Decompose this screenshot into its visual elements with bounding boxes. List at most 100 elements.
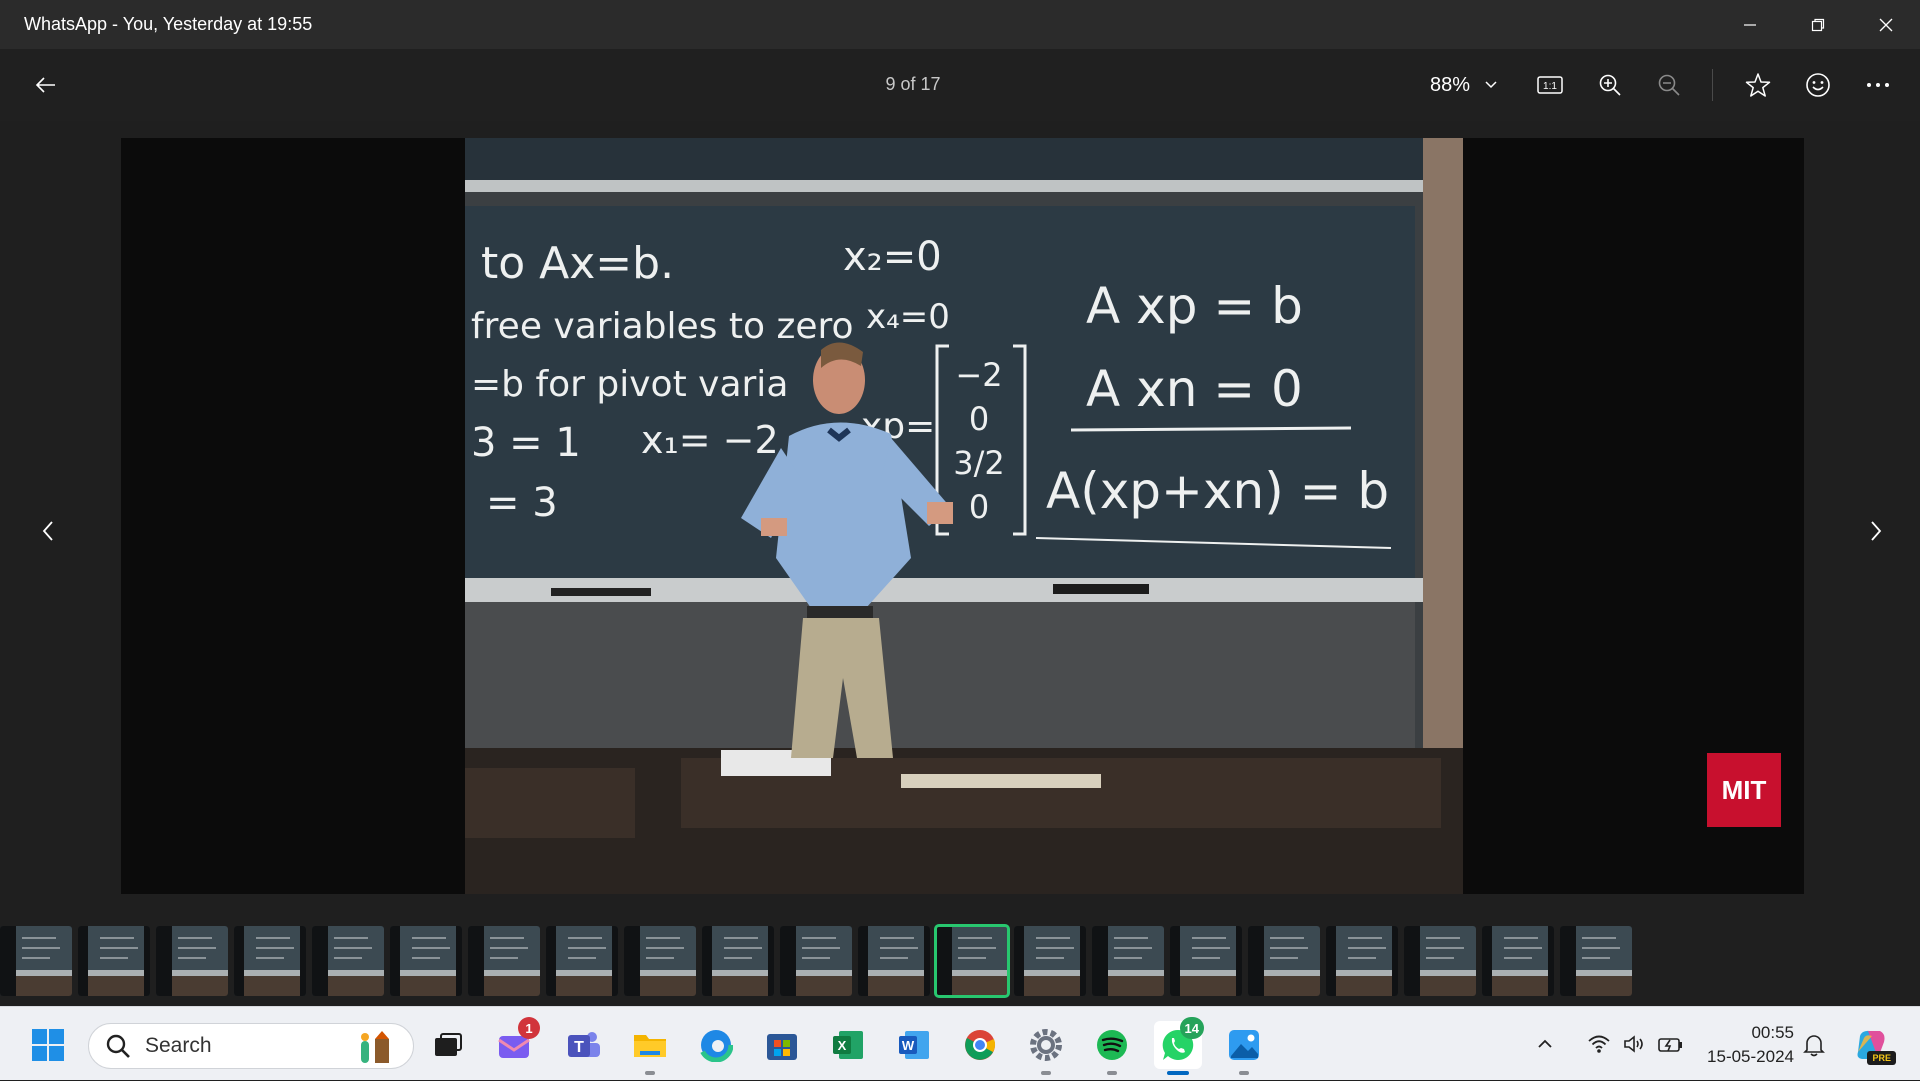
thumbnail[interactable]: [858, 926, 930, 996]
next-image-button[interactable]: [1856, 501, 1896, 561]
file-explorer-icon: [634, 1035, 666, 1057]
thumbnail[interactable]: [0, 926, 72, 996]
task-view-button[interactable]: [424, 1021, 472, 1069]
more-button[interactable]: [1858, 67, 1898, 103]
thumbnail[interactable]: [1482, 926, 1554, 996]
thumbnail[interactable]: [780, 926, 852, 996]
clock-time: 00:55: [1751, 1023, 1794, 1042]
thumbnail[interactable]: [234, 926, 306, 996]
clock[interactable]: 00:55 15-05-2024: [1688, 1021, 1794, 1069]
taskbar-spotify[interactable]: [1088, 1021, 1136, 1075]
start-icon: [32, 1029, 64, 1061]
thumbnail-active[interactable]: [934, 924, 1010, 998]
thumbnail[interactable]: [1404, 926, 1476, 996]
svg-text:T: T: [574, 1039, 584, 1056]
thumbnail[interactable]: [390, 926, 462, 996]
board-line: to Ax=b.: [481, 238, 674, 289]
task-view-icon: [435, 1033, 462, 1056]
notifications-button[interactable]: [1794, 1021, 1834, 1069]
image-viewer: to Ax=b. free variables to zero =b for p…: [0, 121, 1920, 914]
emoji-button[interactable]: [1798, 67, 1838, 103]
battery-button[interactable]: [1652, 1034, 1690, 1054]
board-line: = 3: [486, 480, 558, 526]
thumbnail[interactable]: [156, 926, 228, 996]
vector-entry: 0: [969, 400, 989, 438]
close-button[interactable]: [1852, 0, 1920, 49]
vector-entry: −2: [955, 356, 1002, 394]
photos-icon: [1229, 1030, 1259, 1060]
previous-image-button[interactable]: [28, 501, 68, 561]
thumbnail[interactable]: [546, 926, 618, 996]
zoom-in-icon: [1599, 74, 1621, 96]
chevron-left-icon: [42, 521, 53, 541]
board-line: free variables to zero: [471, 306, 854, 347]
equation: A(xp+xn) = b: [1046, 462, 1389, 520]
board-line: x₂=0: [843, 234, 942, 280]
taskbar-whatsapp[interactable]: 14: [1154, 1017, 1204, 1075]
zoom-out-button[interactable]: [1649, 67, 1689, 103]
chevron-up-icon: [1538, 1039, 1552, 1048]
excel-icon: X: [833, 1031, 863, 1059]
zoom-dropdown[interactable]: 88%: [1400, 63, 1512, 107]
system-tray: [1530, 1007, 1690, 1081]
taskbar-word[interactable]: W: [890, 1021, 938, 1069]
thumbnail[interactable]: [1170, 926, 1242, 996]
vector-entry: 3/2: [953, 444, 1005, 482]
favorite-button[interactable]: [1738, 67, 1778, 103]
board-line: x₄=0: [866, 297, 950, 337]
thumbnail[interactable]: [1092, 926, 1164, 996]
thumbnail[interactable]: [312, 926, 384, 996]
more-icon: [1867, 83, 1889, 87]
zoom-in-button[interactable]: [1590, 67, 1630, 103]
show-hidden-icons-button[interactable]: [1530, 1039, 1560, 1049]
copilot-button[interactable]: PRE: [1848, 1021, 1896, 1069]
thumbnail[interactable]: [1560, 926, 1632, 996]
taskbar-photos[interactable]: [1220, 1021, 1268, 1075]
minimize-button[interactable]: [1716, 0, 1784, 49]
zoom-level: 88%: [1429, 73, 1470, 96]
thumbnail[interactable]: [624, 926, 696, 996]
taskbar-excel[interactable]: X: [824, 1021, 872, 1069]
thumbnail[interactable]: [1014, 926, 1086, 996]
taskbar-teams[interactable]: T: [560, 1021, 608, 1069]
spotify-icon: [1097, 1030, 1127, 1060]
search-icon: [106, 1034, 130, 1058]
thumbnail[interactable]: [702, 926, 774, 996]
start-button[interactable]: [24, 1021, 72, 1069]
star-icon: [1745, 73, 1771, 97]
displayed-photo: to Ax=b. free variables to zero =b for p…: [121, 138, 1804, 894]
thumbnail[interactable]: [78, 926, 150, 996]
actual-size-icon: 1:1: [1537, 76, 1563, 94]
taskbar-settings[interactable]: [1022, 1021, 1070, 1075]
svg-text:W: W: [902, 1038, 915, 1053]
equation: A xn = 0: [1086, 360, 1303, 418]
equation: A xp = b: [1086, 277, 1303, 335]
taskbar-chrome[interactable]: [956, 1021, 1004, 1069]
copilot-badge: PRE: [1867, 1051, 1896, 1065]
window-title: WhatsApp - You, Yesterday at 19:55: [24, 14, 313, 34]
board-line: 3 = 1: [471, 420, 581, 466]
wifi-button[interactable]: [1580, 1034, 1618, 1054]
taskbar-edge[interactable]: [692, 1021, 740, 1069]
board-line: =b for pivot varia: [471, 364, 788, 405]
volume-icon: [1624, 1035, 1643, 1053]
thumbnail[interactable]: [1326, 926, 1398, 996]
chrome-icon: [965, 1030, 996, 1060]
taskbar-mail[interactable]: 1: [490, 1017, 540, 1069]
edge-icon: [699, 1028, 733, 1062]
thumbnail[interactable]: [1248, 926, 1320, 996]
lecture-photo: to Ax=b. free variables to zero =b for p…: [121, 138, 1804, 894]
whatsapp-badge: 14: [1179, 1017, 1204, 1039]
taskbar-search[interactable]: Search: [88, 1023, 414, 1069]
restore-button[interactable]: [1784, 0, 1852, 49]
thumbnail[interactable]: [468, 926, 540, 996]
toolbar-divider: [1712, 69, 1713, 101]
mit-logo-text: MIT: [1722, 775, 1767, 805]
chevron-down-icon: [1470, 67, 1512, 103]
actual-size-button[interactable]: 1:1: [1530, 67, 1570, 103]
title-bar: WhatsApp - You, Yesterday at 19:55: [0, 0, 1920, 49]
taskbar-file-explorer[interactable]: [626, 1021, 674, 1075]
volume-button[interactable]: [1618, 1034, 1652, 1054]
taskbar-store[interactable]: [758, 1021, 806, 1069]
chevron-right-icon: [1871, 521, 1882, 541]
